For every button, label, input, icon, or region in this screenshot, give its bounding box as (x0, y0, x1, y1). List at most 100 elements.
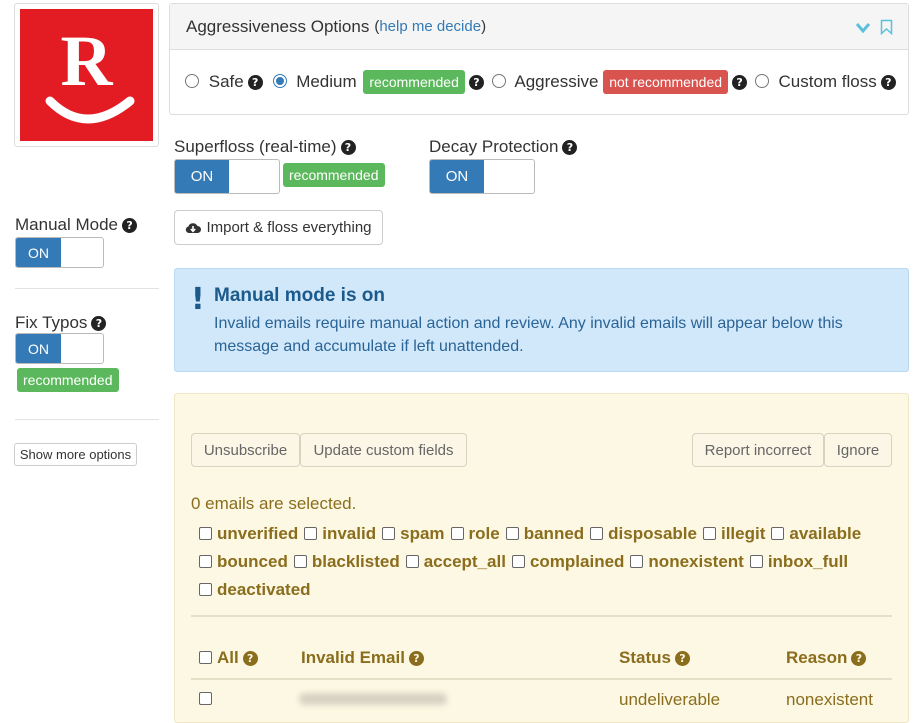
filter-row-3: deactivated (199, 580, 317, 600)
checkbox[interactable] (199, 527, 212, 540)
superfloss-toggle[interactable]: ON (174, 159, 280, 194)
toggle-off[interactable] (229, 160, 279, 193)
checkbox[interactable] (450, 527, 464, 540)
logo: R (20, 9, 153, 141)
filter-illegit[interactable]: illegit (702, 524, 765, 544)
help-icon[interactable]: ? (468, 75, 484, 90)
medium-radio[interactable] (273, 74, 288, 88)
aggressive-radio[interactable] (491, 74, 506, 88)
recommended-badge: recommended (363, 70, 465, 94)
help-icon[interactable]: ? (880, 75, 896, 90)
help-icon[interactable]: ? (851, 651, 867, 666)
select-all-checkbox[interactable] (199, 651, 212, 664)
column-header-email: Invalid Email? (301, 648, 424, 668)
help-icon[interactable]: ? (91, 316, 107, 331)
sidebar-divider (15, 419, 159, 420)
checkbox[interactable] (293, 555, 307, 568)
logo-smile-icon (45, 96, 135, 124)
toggle-on[interactable]: ON (16, 334, 61, 363)
filter-role[interactable]: role (450, 524, 500, 544)
filter-invalid[interactable]: invalid (304, 524, 376, 544)
checkbox[interactable] (771, 527, 785, 540)
checkbox[interactable] (749, 555, 763, 568)
show-more-options-button[interactable]: Show more options (14, 443, 137, 466)
table-row: undeliverable nonexistent (191, 681, 892, 715)
manual-mode-alert: ! Manual mode is on Invalid emails requi… (174, 268, 909, 372)
chevron-down-icon[interactable] (855, 22, 871, 34)
logo-frame: R (14, 3, 159, 147)
checkbox[interactable] (405, 555, 419, 568)
checkbox[interactable] (702, 527, 716, 540)
help-icon[interactable]: ? (408, 651, 424, 666)
help-me-decide-link[interactable]: help me decide (379, 18, 481, 35)
filter-available[interactable]: available (771, 524, 861, 544)
toggle-on[interactable]: ON (175, 160, 229, 193)
blurred-email (299, 693, 447, 705)
help-icon[interactable]: ? (674, 651, 690, 666)
safe-radio[interactable] (185, 74, 199, 88)
alert-title: Manual mode is on (214, 285, 386, 306)
checkbox[interactable] (199, 555, 212, 568)
checkbox[interactable] (505, 527, 519, 540)
column-header-reason: Reason? (786, 648, 867, 668)
sidebar-divider (15, 288, 159, 289)
superfloss-recommended-badge: recommended (283, 163, 385, 187)
unsubscribe-button[interactable]: Unsubscribe (191, 433, 300, 467)
manual-mode-toggle[interactable]: ON (15, 237, 104, 268)
filter-banned[interactable]: banned (505, 524, 584, 544)
aggressiveness-options: Safe? Medium recommended? Aggressive not… (185, 70, 896, 94)
table-header-divider (191, 678, 892, 680)
option-medium[interactable]: Medium recommended? (273, 70, 488, 94)
filter-spam[interactable]: spam (382, 524, 445, 544)
filter-row-2: bounced blacklisted accept_all complained no… (199, 552, 854, 572)
report-incorrect-button[interactable]: Report incorrect (692, 433, 824, 467)
filter-deactivated[interactable]: deactivated (199, 580, 311, 600)
decay-label: Decay Protection? (429, 137, 578, 157)
option-custom-floss[interactable]: Custom floss? (754, 72, 896, 91)
option-safe[interactable]: Safe? (185, 72, 267, 91)
aggressiveness-title: Aggressiveness Options (186, 16, 370, 36)
update-custom-fields-button[interactable]: Update custom fields (300, 433, 467, 467)
filter-bounced[interactable]: bounced (199, 552, 288, 572)
filter-complained[interactable]: complained (511, 552, 624, 572)
filter-disposable[interactable]: disposable (590, 524, 697, 544)
superfloss-label: Superfloss (real-time)? (174, 137, 356, 157)
filter-blacklisted[interactable]: blacklisted (293, 552, 400, 572)
fix-typos-label: Fix Typos? (15, 313, 107, 333)
toggle-off[interactable] (484, 160, 534, 193)
filter-unverified[interactable]: unverified (199, 524, 298, 544)
row-checkbox[interactable] (199, 692, 212, 705)
checkbox[interactable] (382, 527, 396, 540)
decay-toggle[interactable]: ON (429, 159, 535, 194)
toggle-off[interactable] (61, 334, 103, 363)
filter-inbox-full[interactable]: inbox_full (749, 552, 848, 572)
table-divider (191, 615, 892, 617)
toggle-on[interactable]: ON (430, 160, 484, 193)
checkbox[interactable] (590, 527, 604, 540)
help-icon[interactable]: ? (242, 651, 258, 666)
toggle-off[interactable] (61, 238, 103, 267)
manual-mode-label: Manual Mode? (15, 215, 138, 235)
help-icon[interactable]: ? (247, 75, 263, 90)
help-close-paren: ) (481, 18, 487, 35)
custom-floss-radio[interactable] (754, 74, 769, 88)
help-icon[interactable]: ? (340, 140, 356, 155)
toggle-on[interactable]: ON (16, 238, 61, 267)
filter-accept-all[interactable]: accept_all (405, 552, 506, 572)
checkbox[interactable] (511, 555, 525, 568)
bookmark-icon[interactable] (880, 19, 893, 35)
help-icon[interactable]: ? (732, 75, 748, 90)
fix-typos-toggle[interactable]: ON (15, 333, 104, 364)
filter-nonexistent[interactable]: nonexistent (630, 552, 744, 572)
checkbox[interactable] (304, 527, 318, 540)
ignore-button[interactable]: Ignore (824, 433, 892, 467)
checkbox[interactable] (630, 555, 644, 568)
import-floss-button[interactable]: Import & floss everything (174, 210, 383, 245)
alert-body: Invalid emails require manual action and… (214, 315, 843, 355)
option-aggressive[interactable]: Aggressive not recommended? (491, 70, 752, 94)
checkbox[interactable] (199, 583, 212, 596)
not-recommended-badge: not recommended (603, 70, 729, 94)
row-reason: nonexistent (786, 690, 873, 709)
help-icon[interactable]: ? (122, 218, 138, 233)
help-icon[interactable]: ? (562, 140, 578, 155)
